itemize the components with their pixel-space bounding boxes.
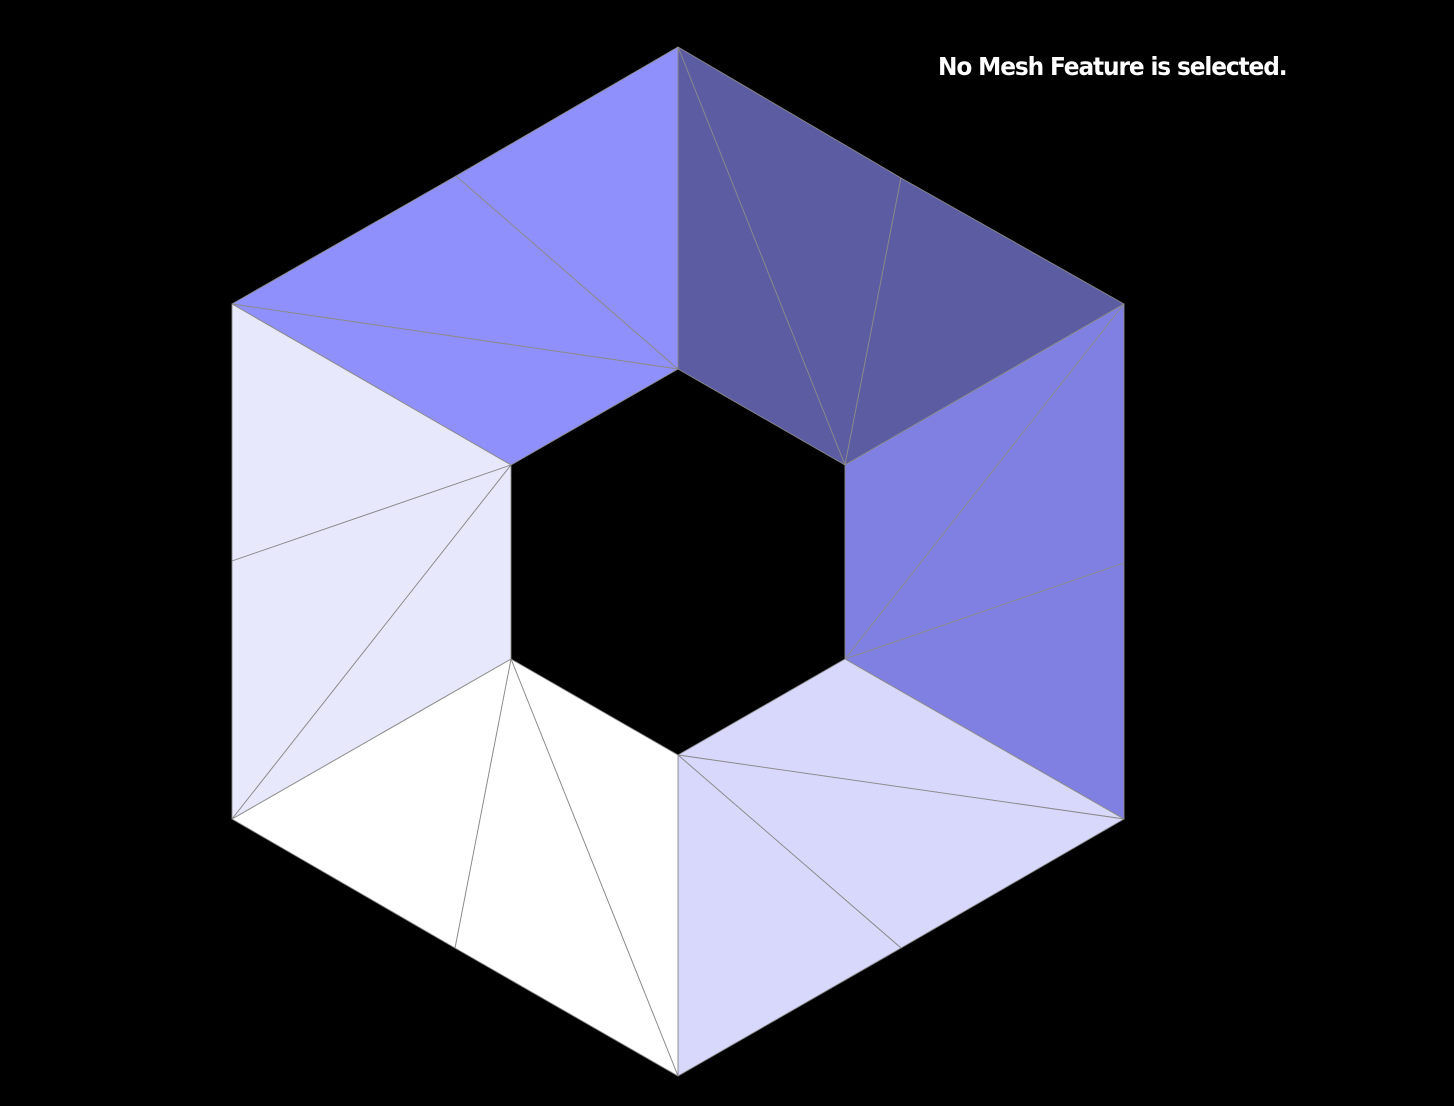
hexagon-mesh[interactable] [0,0,1454,1106]
status-message: No Mesh Feature is selected. [938,52,1288,81]
mesh-viewport[interactable]: No Mesh Feature is selected. [0,0,1454,1106]
